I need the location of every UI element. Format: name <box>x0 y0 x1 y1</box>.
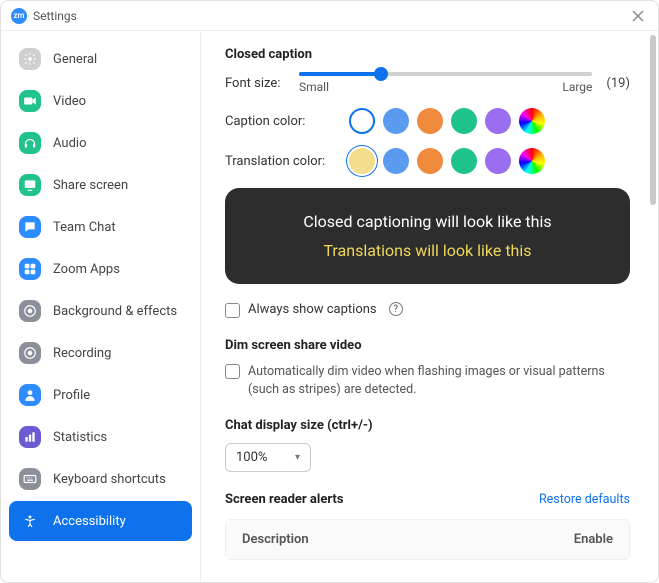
sidebar-item-keyboard-shortcuts[interactable]: Keyboard shortcuts <box>9 459 192 499</box>
dim-heading: Dim screen share video <box>225 338 630 353</box>
caption-color-label: Caption color: <box>225 114 335 129</box>
window-title: Settings <box>33 9 77 23</box>
translation-color-label: Translation color: <box>225 154 335 169</box>
app-icon: zm <box>11 8 27 24</box>
color-swatch[interactable] <box>349 108 375 134</box>
sidebar-item-label: Team Chat <box>53 220 116 235</box>
sidebar-item-label: Profile <box>53 388 90 403</box>
sidebar-item-label: Statistics <box>53 430 107 445</box>
preview-translation-text: Translations will look like this <box>245 241 610 260</box>
caption-color-swatches <box>349 108 545 134</box>
dim-video-checkbox[interactable] <box>225 364 240 379</box>
alerts-col-enable: Enable <box>574 532 613 547</box>
always-show-captions-checkbox[interactable] <box>225 303 240 318</box>
color-swatch[interactable] <box>451 148 477 174</box>
slider-large-label: Large <box>562 80 592 94</box>
restore-defaults-link[interactable]: Restore defaults <box>539 492 630 507</box>
sidebar-item-profile[interactable]: Profile <box>9 375 192 415</box>
color-swatch[interactable] <box>519 148 545 174</box>
scrollbar-thumb[interactable] <box>650 35 656 205</box>
sidebar-item-label: Audio <box>53 136 86 151</box>
background-effects-icon <box>19 300 41 322</box>
sidebar-item-label: Zoom Apps <box>53 262 120 277</box>
font-size-slider[interactable] <box>299 72 592 76</box>
help-icon[interactable]: ? <box>389 302 403 316</box>
sidebar-item-recording[interactable]: Recording <box>9 333 192 373</box>
sidebar-item-label: Keyboard shortcuts <box>53 472 166 487</box>
sidebar-item-accessibility[interactable]: Accessibility <box>9 501 192 541</box>
keyboard-shortcuts-icon <box>19 468 41 490</box>
screen-reader-heading: Screen reader alerts <box>225 492 344 507</box>
team-chat-icon <box>19 216 41 238</box>
alerts-table: Description Enable <box>225 519 630 560</box>
close-button[interactable] <box>628 6 648 26</box>
color-swatch[interactable] <box>417 148 443 174</box>
sidebar-item-label: Video <box>53 94 86 109</box>
close-icon <box>632 10 644 22</box>
always-show-captions-label: Always show captions <box>248 302 377 317</box>
sidebar-item-general[interactable]: General <box>9 39 192 79</box>
sidebar-item-label: Share screen <box>53 178 128 193</box>
chat-size-value: 100% <box>236 450 267 465</box>
color-swatch[interactable] <box>451 108 477 134</box>
content-pane: Closed caption Font size: Small Large (1… <box>201 31 658 582</box>
color-swatch[interactable] <box>485 108 511 134</box>
general-icon <box>19 48 41 70</box>
slider-thumb[interactable] <box>374 67 388 81</box>
caption-preview: Closed captioning will look like this Tr… <box>225 188 630 284</box>
video-icon <box>19 90 41 112</box>
slider-small-label: Small <box>299 80 329 94</box>
color-swatch[interactable] <box>383 148 409 174</box>
sidebar-item-audio[interactable]: Audio <box>9 123 192 163</box>
statistics-icon <box>19 426 41 448</box>
sidebar-item-background-effects[interactable]: Background & effects <box>9 291 192 331</box>
color-swatch[interactable] <box>383 108 409 134</box>
preview-caption-text: Closed captioning will look like this <box>245 212 610 231</box>
share-screen-icon <box>19 174 41 196</box>
chat-size-heading: Chat display size (ctrl+/-) <box>225 418 630 433</box>
slider-fill <box>299 72 381 76</box>
chat-size-select[interactable]: 100% ▾ <box>225 443 311 472</box>
titlebar: zm Settings <box>1 1 658 31</box>
sidebar-item-label: Background & effects <box>53 304 177 319</box>
sidebar-item-video[interactable]: Video <box>9 81 192 121</box>
color-swatch[interactable] <box>349 148 375 174</box>
font-size-value: (19) <box>606 76 630 91</box>
profile-icon <box>19 384 41 406</box>
audio-icon <box>19 132 41 154</box>
color-swatch[interactable] <box>519 108 545 134</box>
recording-icon <box>19 342 41 364</box>
color-swatch[interactable] <box>417 108 443 134</box>
font-size-label: Font size: <box>225 76 285 91</box>
sidebar-item-label: Recording <box>53 346 111 361</box>
alerts-col-description: Description <box>242 532 309 547</box>
sidebar: General Video Audio Share screen Team Chat Zo… <box>1 31 201 582</box>
translation-color-swatches <box>349 148 545 174</box>
closed-caption-heading: Closed caption <box>225 47 630 62</box>
accessibility-icon <box>19 510 41 532</box>
color-swatch[interactable] <box>485 148 511 174</box>
sidebar-item-statistics[interactable]: Statistics <box>9 417 192 457</box>
sidebar-item-label: General <box>53 52 97 67</box>
sidebar-item-label: Accessibility <box>53 514 126 529</box>
sidebar-item-zoom-apps[interactable]: Zoom Apps <box>9 249 192 289</box>
sidebar-item-share-screen[interactable]: Share screen <box>9 165 192 205</box>
dim-video-desc: Automatically dim video when flashing im… <box>248 363 630 398</box>
sidebar-item-team-chat[interactable]: Team Chat <box>9 207 192 247</box>
chevron-down-icon: ▾ <box>295 452 300 463</box>
zoom-apps-icon <box>19 258 41 280</box>
